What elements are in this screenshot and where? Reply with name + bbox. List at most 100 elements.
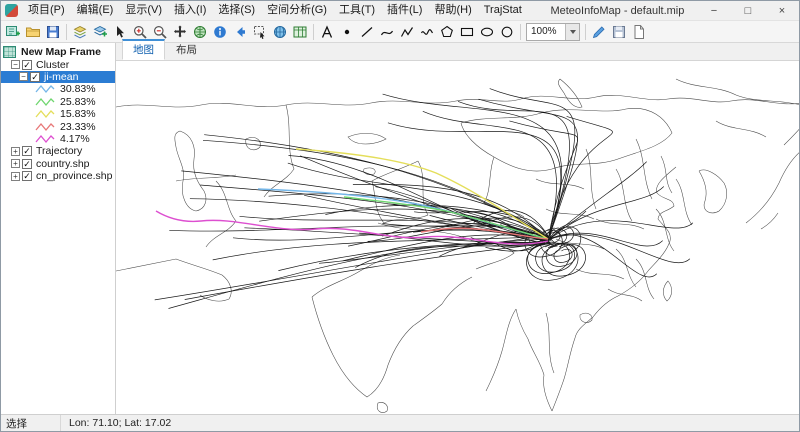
edit-tool-button[interactable] <box>589 22 609 42</box>
view-tabs: 地图 布局 <box>116 43 799 61</box>
curve-tool-icon <box>379 24 395 40</box>
menu-tools[interactable]: 工具(T) <box>333 1 381 20</box>
open-project-button[interactable] <box>23 22 43 42</box>
app-icon <box>5 4 18 17</box>
menu-help[interactable]: 帮助(H) <box>428 1 477 20</box>
page-icon <box>631 24 647 40</box>
zoom-level-combo[interactable]: 100% <box>526 23 580 41</box>
draw-polygon-button[interactable] <box>437 22 457 42</box>
menu-project[interactable]: 项目(P) <box>22 1 71 20</box>
save-icon <box>45 24 61 40</box>
full-extent-globe-icon <box>192 24 208 40</box>
layer-node-ji-mean[interactable]: − ✓ ji-mean <box>1 71 115 83</box>
layer-checkbox[interactable]: ✓ <box>30 72 40 82</box>
basemap-layer <box>116 79 799 413</box>
legend-item-label: 4.17% <box>58 133 92 145</box>
cluster-line-symbol <box>35 97 55 107</box>
tab-layout[interactable]: 布局 <box>165 40 208 60</box>
projection-button[interactable] <box>270 22 290 42</box>
zoom-out-icon <box>152 24 168 40</box>
draw-circle-button[interactable] <box>497 22 517 42</box>
save-image-button[interactable] <box>609 22 629 42</box>
expand-icon[interactable]: + <box>11 159 20 168</box>
app-window: 项目(P) 编辑(E) 显示(V) 插入(I) 选择(S) 空间分析(G) 工具… <box>0 0 800 432</box>
add-layer-icon <box>72 24 88 40</box>
add-layer-button[interactable] <box>70 22 90 42</box>
draw-polyline-button[interactable] <box>397 22 417 42</box>
attribute-table-button[interactable] <box>290 22 310 42</box>
collapse-icon[interactable]: − <box>19 72 28 81</box>
menu-view[interactable]: 显示(V) <box>119 1 168 20</box>
draw-curve-button[interactable] <box>377 22 397 42</box>
main-region: New Map Frame − ✓ Cluster − ✓ ji-mean 30… <box>1 43 799 414</box>
layer-checkbox[interactable]: ✓ <box>22 159 32 169</box>
cluster-line-symbol <box>35 122 55 132</box>
identify-icon <box>212 24 228 40</box>
full-extent-button[interactable] <box>190 22 210 42</box>
projection-globe-icon <box>272 24 288 40</box>
layer-node-country[interactable]: + ✓ country.shp <box>1 158 115 170</box>
layer-checkbox[interactable]: ✓ <box>22 146 32 156</box>
chevron-down-icon <box>570 30 576 34</box>
status-mode: 选择 <box>1 415 61 431</box>
cluster-line-symbol <box>35 134 55 144</box>
point-tool-icon <box>339 24 355 40</box>
zoom-in-icon <box>132 24 148 40</box>
cursor-arrow-icon <box>112 24 128 40</box>
expand-icon[interactable]: + <box>11 172 20 181</box>
legend-item[interactable]: 15.83% <box>1 108 115 120</box>
pan-button[interactable] <box>170 22 190 42</box>
draw-freehand-button[interactable] <box>417 22 437 42</box>
page-setup-button[interactable] <box>629 22 649 42</box>
legend-item[interactable]: 30.83% <box>1 83 115 95</box>
new-project-button[interactable] <box>3 22 23 42</box>
select-feature-button[interactable] <box>250 22 270 42</box>
draw-line-button[interactable] <box>357 22 377 42</box>
layer-checkbox[interactable]: ✓ <box>22 171 32 181</box>
freehand-tool-icon <box>419 24 435 40</box>
polygon-tool-icon <box>439 24 455 40</box>
collapse-icon[interactable]: − <box>11 60 20 69</box>
new-project-icon <box>5 24 21 40</box>
cluster-line-symbol <box>35 84 55 94</box>
draw-point-button[interactable] <box>337 22 357 42</box>
zoom-level-value: 100% <box>527 26 565 37</box>
maximize-button[interactable]: □ <box>731 1 765 20</box>
save-image-icon <box>611 24 627 40</box>
map-frame-icon <box>3 46 16 58</box>
layer-checkbox[interactable]: ✓ <box>22 60 32 70</box>
layer-node-trajectory[interactable]: + ✓ Trajectory <box>1 145 115 157</box>
legend-item[interactable]: 23.33% <box>1 120 115 132</box>
save-project-button[interactable] <box>43 22 63 42</box>
map-canvas[interactable] <box>116 61 799 414</box>
text-a-icon <box>319 24 335 40</box>
back-arrow-icon <box>232 24 248 40</box>
text-tool-button[interactable] <box>317 22 337 42</box>
add-web-layer-button[interactable] <box>90 22 110 42</box>
expand-icon[interactable]: + <box>11 147 20 156</box>
legend-item-label: 23.33% <box>58 121 98 133</box>
layer-label: country.shp <box>34 158 92 170</box>
menu-trajstat[interactable]: TrajStat <box>478 1 528 20</box>
layer-node-cluster[interactable]: − ✓ Cluster <box>1 58 115 70</box>
previous-view-button[interactable] <box>230 22 250 42</box>
legend-item-label: 15.83% <box>58 108 98 120</box>
menu-plugins[interactable]: 插件(L) <box>381 1 428 20</box>
close-button[interactable]: × <box>765 1 799 20</box>
layer-label: Trajectory <box>34 145 84 157</box>
draw-rectangle-button[interactable] <box>457 22 477 42</box>
zoom-combo-dropdown[interactable] <box>565 24 579 40</box>
menu-edit[interactable]: 编辑(E) <box>71 1 120 20</box>
legend-item[interactable]: 25.83% <box>1 96 115 108</box>
menu-select[interactable]: 选择(S) <box>212 1 261 20</box>
menu-geoprocessing[interactable]: 空间分析(G) <box>261 1 333 20</box>
minimize-button[interactable]: − <box>697 1 731 20</box>
legend-item[interactable]: 4.17% <box>1 133 115 145</box>
layer-node-cn-province[interactable]: + ✓ cn_province.shp <box>1 170 115 182</box>
draw-ellipse-button[interactable] <box>477 22 497 42</box>
tab-map[interactable]: 地图 <box>122 39 165 60</box>
map-frame-node[interactable]: New Map Frame <box>1 46 115 58</box>
identify-button[interactable] <box>210 22 230 42</box>
title-bar: 项目(P) 编辑(E) 显示(V) 插入(I) 选择(S) 空间分析(G) 工具… <box>1 1 799 20</box>
menu-insert[interactable]: 插入(I) <box>168 1 212 20</box>
